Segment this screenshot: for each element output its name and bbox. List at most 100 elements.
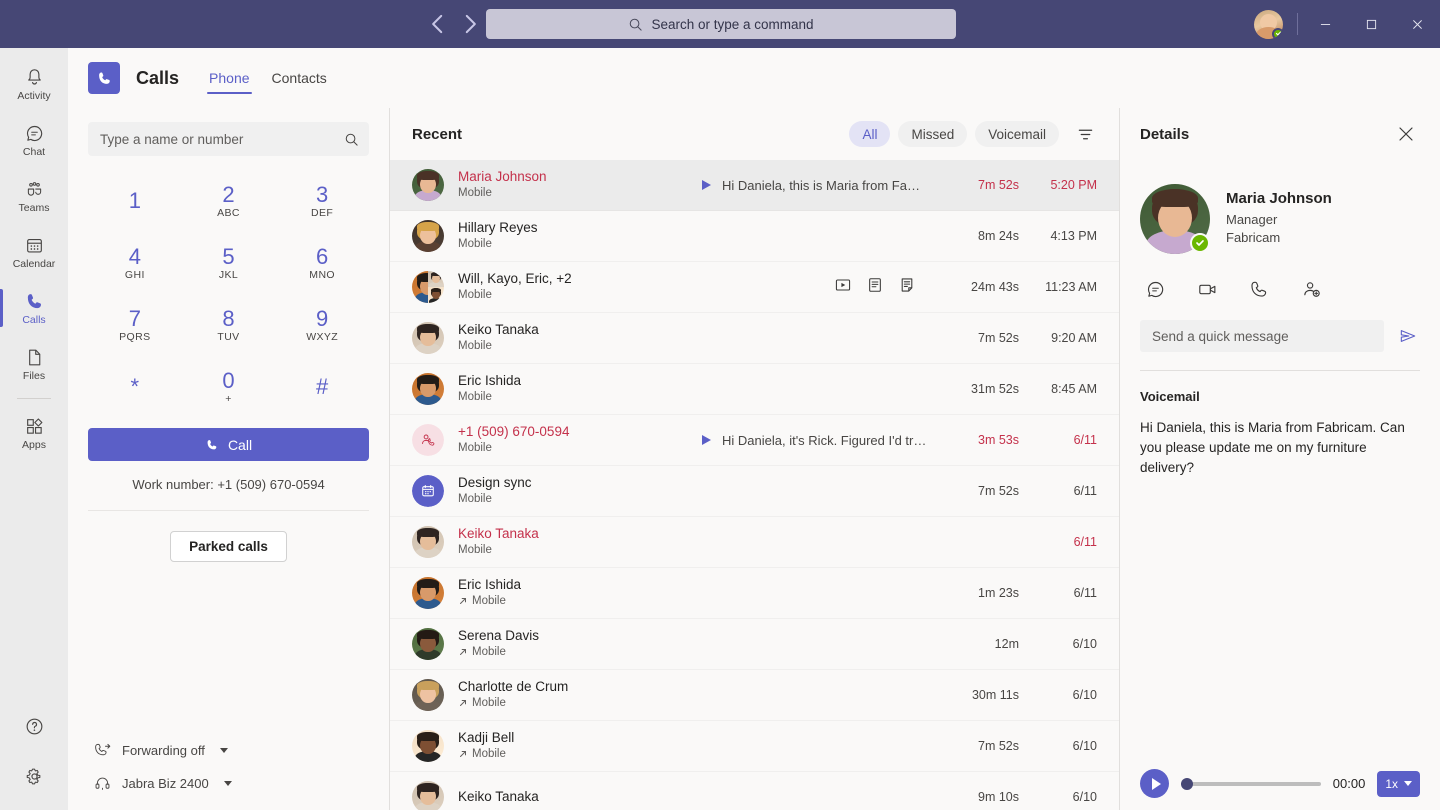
audio-call-button[interactable] bbox=[1246, 276, 1272, 302]
call-button[interactable]: Call bbox=[88, 428, 369, 461]
video-call-button[interactable] bbox=[1194, 276, 1220, 302]
notes-icon-button[interactable] bbox=[899, 277, 915, 298]
sidebar-item-teams[interactable]: Teams bbox=[0, 168, 68, 224]
dialpad-key-7[interactable]: 7 PQRS bbox=[88, 296, 182, 354]
forwarding-setting[interactable]: Forwarding off bbox=[88, 738, 369, 763]
table-row[interactable]: Keiko Tanaka 9m 10s 6/10 bbox=[390, 772, 1119, 810]
maximize-button[interactable] bbox=[1348, 0, 1394, 48]
dialpad-key-2[interactable]: 2 ABC bbox=[182, 172, 276, 230]
calls-app-icon bbox=[88, 62, 120, 94]
sidebar-item-calendar[interactable]: Calendar bbox=[0, 224, 68, 280]
dialpad-key-digit: 9 bbox=[316, 305, 329, 331]
global-search-bar[interactable]: Search or type a command bbox=[486, 9, 956, 39]
help-button[interactable] bbox=[11, 706, 57, 746]
playback-scrubber[interactable] bbox=[1181, 777, 1321, 790]
close-icon bbox=[1399, 127, 1413, 141]
table-row[interactable]: Keiko Tanaka Mobile 7m 52s 9:20 AM bbox=[390, 313, 1119, 364]
dialpad-key-8[interactable]: 8 TUV bbox=[182, 296, 276, 354]
dialpad-key-letters: PQRS bbox=[119, 331, 151, 344]
recording-icon-button[interactable] bbox=[835, 277, 851, 298]
table-row[interactable]: Maria Johnson Mobile Hi Daniela, this is M… bbox=[390, 160, 1119, 211]
dialpad-key-letters: JKL bbox=[218, 269, 239, 282]
close-button[interactable] bbox=[1394, 0, 1440, 48]
close-details-button[interactable] bbox=[1392, 120, 1420, 148]
call-row-subtitle: Mobile bbox=[458, 645, 682, 660]
call-row-time: 6/10 bbox=[1072, 790, 1097, 804]
sidebar-item-apps[interactable]: Apps bbox=[0, 405, 68, 461]
dialpad-key-6[interactable]: 6 MNO bbox=[275, 234, 369, 292]
table-row[interactable]: Design sync Mobile 7m 52s 6/11 bbox=[390, 466, 1119, 517]
table-row[interactable]: Will, Kayo, Eric, +2 Mobile 24m 43s 11:23 A… bbox=[390, 262, 1119, 313]
filter-pill-missed[interactable]: Missed bbox=[898, 121, 968, 147]
table-row[interactable]: Eric Ishida Mobile 1m 23s 6/11 bbox=[390, 568, 1119, 619]
dial-search-field[interactable] bbox=[88, 122, 369, 156]
call-row-channel: Mobile bbox=[458, 492, 492, 505]
call-row-channel: Mobile bbox=[458, 288, 492, 301]
voicemail-preview[interactable]: Hi Daniela, this is Maria from Fabri… bbox=[702, 178, 927, 193]
voicemail-preview[interactable]: Hi Daniela, it's Rick. Figured I'd try… bbox=[702, 433, 927, 448]
dialpad-key-letters: GHI bbox=[124, 269, 145, 282]
call-row-identity: +1 (509) 670-0594 Mobile bbox=[458, 424, 682, 456]
quick-message-input[interactable] bbox=[1140, 320, 1384, 352]
table-row[interactable]: Kadji Bell Mobile 7m 52s 6/10 bbox=[390, 721, 1119, 772]
user-avatar[interactable] bbox=[1254, 9, 1283, 39]
voicemail-player: 00:00 1x bbox=[1140, 769, 1420, 810]
transcript-icon-button[interactable] bbox=[867, 277, 883, 298]
avatar bbox=[412, 373, 444, 405]
playback-time: 00:00 bbox=[1332, 776, 1366, 791]
dialpad-key-5[interactable]: 5 JKL bbox=[182, 234, 276, 292]
table-row[interactable]: Hillary Reyes Mobile 8m 24s 4:13 PM bbox=[390, 211, 1119, 262]
play-button[interactable] bbox=[1140, 769, 1169, 798]
playback-speed-button[interactable]: 1x bbox=[1377, 770, 1420, 797]
call-row-time: 6/11 bbox=[1073, 586, 1097, 600]
dialpad-key-star[interactable]: * bbox=[88, 358, 182, 416]
dialpad-key-4[interactable]: 4 GHI bbox=[88, 234, 182, 292]
chat-action-button[interactable] bbox=[1142, 276, 1168, 302]
calendar-icon bbox=[26, 238, 42, 253]
avatar bbox=[412, 220, 444, 252]
contact-company: Fabricam bbox=[1226, 230, 1281, 246]
recording-icon bbox=[835, 278, 851, 291]
sidebar-item-activity[interactable]: Activity bbox=[0, 56, 68, 112]
sidebar-item-files[interactable]: Files bbox=[0, 336, 68, 392]
help-icon bbox=[26, 718, 42, 734]
outgoing-call-icon bbox=[460, 598, 466, 605]
tab-phone[interactable]: Phone bbox=[201, 48, 257, 108]
filter-options-button[interactable] bbox=[1071, 120, 1099, 148]
table-row[interactable]: Charlotte de Crum Mobile 30m 11s 6/10 bbox=[390, 670, 1119, 721]
table-row[interactable]: Keiko Tanaka Mobile 6/11 bbox=[390, 517, 1119, 568]
file-icon bbox=[28, 349, 40, 366]
dial-search-input[interactable] bbox=[100, 131, 344, 147]
filter-pill-all[interactable]: All bbox=[849, 121, 891, 147]
audio-device-setting[interactable]: Jabra Biz 2400 bbox=[88, 771, 369, 796]
play-icon[interactable] bbox=[702, 435, 711, 445]
send-message-button[interactable] bbox=[1396, 324, 1420, 348]
forward-button[interactable] bbox=[457, 11, 483, 37]
scrubber-knob[interactable] bbox=[1181, 777, 1193, 790]
parked-calls-button[interactable]: Parked calls bbox=[170, 531, 287, 562]
sidebar-item-calls[interactable]: Calls bbox=[0, 280, 68, 336]
dialpad-key-9[interactable]: 9 WXYZ bbox=[275, 296, 369, 354]
dialpad-divider bbox=[88, 510, 369, 511]
sidebar-item-chat[interactable]: Chat bbox=[0, 112, 68, 168]
table-row[interactable]: Eric Ishida Mobile 31m 52s 8:45 AM bbox=[390, 364, 1119, 415]
back-button[interactable] bbox=[425, 11, 451, 37]
play-icon[interactable] bbox=[702, 180, 711, 190]
outgoing-call-icon bbox=[460, 751, 466, 758]
table-row[interactable]: Serena Davis Mobile 12m 6/10 bbox=[390, 619, 1119, 670]
dialpad-key-0[interactable]: 0 + bbox=[182, 358, 276, 416]
dialpad-key-1[interactable]: 1 bbox=[88, 172, 182, 230]
avatar-photo bbox=[412, 322, 444, 354]
dialpad-key-3[interactable]: 3 DEF bbox=[275, 172, 369, 230]
filter-pill-voicemail[interactable]: Voicemail bbox=[975, 121, 1059, 147]
call-row-name: Design sync bbox=[458, 475, 532, 491]
add-person-icon bbox=[1303, 281, 1320, 297]
settings-button[interactable] bbox=[11, 756, 57, 796]
dialpad-key-pound[interactable]: # bbox=[275, 358, 369, 416]
add-contact-button[interactable] bbox=[1298, 276, 1324, 302]
table-row[interactable]: +1 (509) 670-0594 Mobile Hi Daniela, it's … bbox=[390, 415, 1119, 466]
tab-contacts[interactable]: Contacts bbox=[264, 48, 335, 108]
call-row-time: 9:20 AM bbox=[1051, 331, 1097, 345]
sidebar-item-label: Teams bbox=[18, 201, 50, 214]
minimize-button[interactable] bbox=[1302, 0, 1348, 48]
